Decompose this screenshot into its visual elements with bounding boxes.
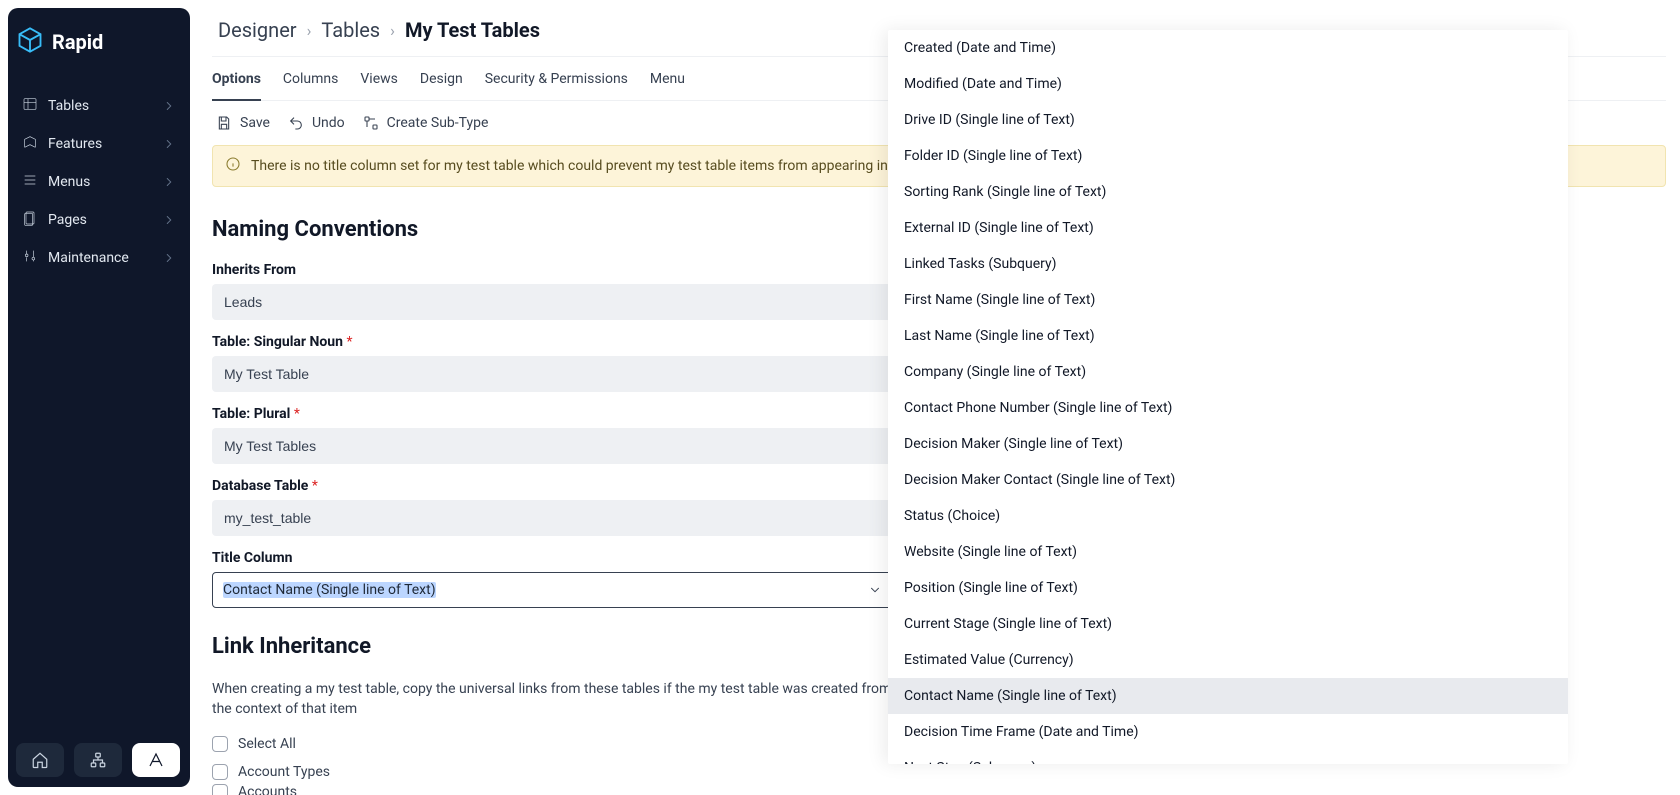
brand: Rapid	[8, 8, 190, 82]
undo-button[interactable]: Undo	[288, 115, 345, 131]
tab-security[interactable]: Security & Permissions	[485, 71, 628, 100]
sitemap-button[interactable]	[74, 743, 122, 777]
dropdown-option[interactable]: Next Step (Subquery)	[888, 750, 1568, 764]
dropdown-option[interactable]: Status (Choice)	[888, 498, 1568, 534]
chevron-right-icon	[162, 99, 176, 113]
sidebar-item-label: Features	[48, 136, 102, 152]
dropdown-option[interactable]: Folder ID (Single line of Text)	[888, 138, 1568, 174]
breadcrumb-sep: ›	[307, 21, 312, 40]
sidebar-item-label: Pages	[48, 212, 87, 228]
sidebar-item-maintenance[interactable]: Maintenance	[12, 240, 186, 276]
brand-name: Rapid	[52, 30, 103, 54]
link-help-text: When creating a my test table, copy the …	[212, 679, 892, 720]
chevron-right-icon	[162, 137, 176, 151]
sidebar-item-label: Menus	[48, 174, 90, 190]
dropdown-option[interactable]: Contact Name (Single line of Text)	[888, 678, 1568, 714]
title-column-value: Contact Name (Single line of Text)	[223, 582, 436, 598]
title-column-dropdown[interactable]: Created (Date and Time)Modified (Date an…	[888, 30, 1568, 764]
info-icon	[225, 156, 241, 176]
chevron-right-icon	[162, 175, 176, 189]
inherits-input[interactable]	[212, 284, 892, 320]
designer-button[interactable]	[132, 743, 180, 777]
title-column-label: Title Column	[212, 550, 892, 566]
undo-label: Undo	[312, 115, 345, 131]
plural-input[interactable]	[212, 428, 892, 464]
singular-input[interactable]	[212, 356, 892, 392]
create-subtype-label: Create Sub-Type	[387, 115, 489, 131]
checkbox[interactable]	[212, 784, 228, 795]
sidebar-item-label: Maintenance	[48, 250, 129, 266]
title-column-combobox[interactable]: Contact Name (Single line of Text)	[212, 572, 892, 608]
dropdown-option[interactable]: External ID (Single line of Text)	[888, 210, 1568, 246]
menus-icon	[22, 172, 38, 192]
chevron-right-icon	[162, 251, 176, 265]
dropdown-option[interactable]: Contact Phone Number (Single line of Tex…	[888, 390, 1568, 426]
tab-design[interactable]: Design	[420, 71, 463, 100]
dropdown-option[interactable]: Last Name (Single line of Text)	[888, 318, 1568, 354]
breadcrumb-sep: ›	[390, 21, 395, 40]
sidebar-item-pages[interactable]: Pages	[12, 202, 186, 238]
list-item[interactable]: Accounts	[212, 782, 1666, 795]
features-icon	[22, 134, 38, 154]
home-button[interactable]	[16, 743, 64, 777]
select-all-checkbox[interactable]	[212, 736, 228, 752]
dropdown-option[interactable]: First Name (Single line of Text)	[888, 282, 1568, 318]
dropdown-option[interactable]: Current Stage (Single line of Text)	[888, 606, 1568, 642]
breadcrumb-current: My Test Tables	[405, 18, 540, 42]
dropdown-option[interactable]: Decision Maker (Single line of Text)	[888, 426, 1568, 462]
tables-icon	[22, 96, 38, 116]
checkbox[interactable]	[212, 764, 228, 780]
checkbox-label: Accounts	[238, 784, 297, 795]
breadcrumb-designer[interactable]: Designer	[218, 18, 297, 42]
db-label: Database Table *	[212, 478, 892, 494]
sidebar-item-label: Tables	[48, 98, 89, 114]
list-item[interactable]: Account Types	[212, 762, 1666, 782]
link-checklist: Account TypesAccountsAnswersAsset Briefs…	[212, 762, 1666, 795]
singular-label: Table: Singular Noun *	[212, 334, 892, 350]
brand-logo-icon	[16, 26, 44, 58]
pages-icon	[22, 210, 38, 230]
dropdown-option[interactable]: Position (Single line of Text)	[888, 570, 1568, 606]
maintenance-icon	[22, 248, 38, 268]
tab-columns[interactable]: Columns	[283, 71, 338, 100]
breadcrumb-tables[interactable]: Tables	[321, 18, 380, 42]
tab-options[interactable]: Options	[212, 71, 261, 101]
dropdown-option[interactable]: Sorting Rank (Single line of Text)	[888, 174, 1568, 210]
sidebar-item-tables[interactable]: Tables	[12, 88, 186, 124]
tab-menu[interactable]: Menu	[650, 71, 685, 100]
checkbox-label: Account Types	[238, 764, 330, 780]
dropdown-option[interactable]: Drive ID (Single line of Text)	[888, 102, 1568, 138]
sidebar-item-features[interactable]: Features	[12, 126, 186, 162]
dropdown-option[interactable]: Website (Single line of Text)	[888, 534, 1568, 570]
sidebar: Rapid Tables Features Menus Pages Mainte…	[8, 8, 190, 787]
sidebar-item-menus[interactable]: Menus	[12, 164, 186, 200]
dropdown-option[interactable]: Decision Time Frame (Date and Time)	[888, 714, 1568, 750]
save-button[interactable]: Save	[216, 115, 270, 131]
select-all-label: Select All	[238, 736, 296, 752]
plural-label: Table: Plural *	[212, 406, 892, 422]
dropdown-option[interactable]: Decision Maker Contact (Single line of T…	[888, 462, 1568, 498]
dropdown-option[interactable]: Modified (Date and Time)	[888, 66, 1568, 102]
inherits-label: Inherits From	[212, 262, 892, 278]
sidebar-footer	[16, 743, 182, 777]
create-subtype-button[interactable]: Create Sub-Type	[363, 115, 489, 131]
save-label: Save	[240, 115, 270, 131]
chevron-right-icon	[162, 213, 176, 227]
dropdown-option[interactable]: Created (Date and Time)	[888, 30, 1568, 66]
db-input[interactable]	[212, 500, 892, 536]
dropdown-option[interactable]: Company (Single line of Text)	[888, 354, 1568, 390]
sidebar-nav: Tables Features Menus Pages Maintenance	[8, 82, 190, 278]
dropdown-option[interactable]: Linked Tasks (Subquery)	[888, 246, 1568, 282]
dropdown-option[interactable]: Estimated Value (Currency)	[888, 642, 1568, 678]
tab-views[interactable]: Views	[360, 71, 398, 100]
